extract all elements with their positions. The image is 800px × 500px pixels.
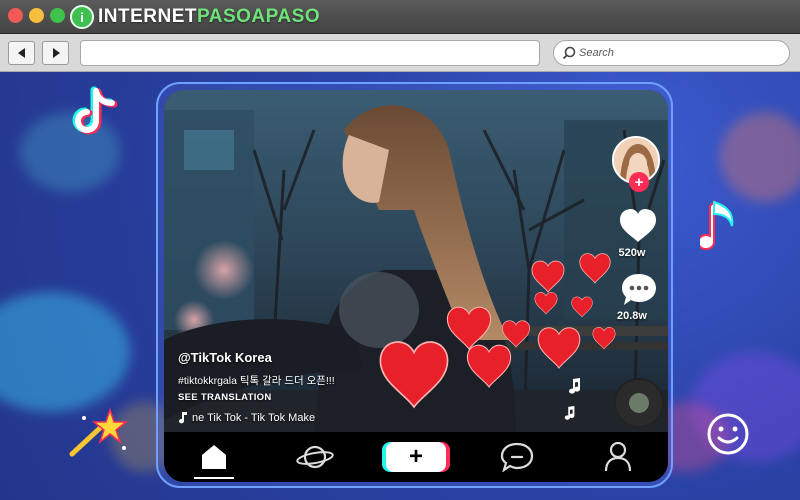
close-window-button[interactable] xyxy=(8,8,23,23)
tiktok-logo-icon xyxy=(72,86,118,135)
nav-home[interactable] xyxy=(184,435,244,479)
window-titlebar: i INTERNETPASOAPASO xyxy=(0,0,800,34)
search-icon xyxy=(562,46,576,60)
music-note-icon xyxy=(700,199,734,251)
back-button[interactable] xyxy=(8,41,35,65)
nav-profile[interactable] xyxy=(588,435,648,479)
floating-note-icon xyxy=(564,406,575,420)
post-username[interactable]: @TikTok Korea xyxy=(178,350,272,365)
brand-name-part1: INTERNET xyxy=(98,6,197,27)
address-bar[interactable] xyxy=(80,40,540,66)
music-ticker[interactable]: ne Tik Tok - Tik Tok Make xyxy=(178,412,315,424)
nav-create[interactable]: + xyxy=(385,435,446,479)
floating-note-icon xyxy=(569,378,581,394)
smiley-icon xyxy=(707,413,749,455)
minimize-window-button[interactable] xyxy=(29,8,44,23)
magic-wand-icon xyxy=(69,407,129,457)
comment-bubble-icon[interactable] xyxy=(620,272,658,308)
brand-name: INTERNETPASOAPASO xyxy=(98,6,320,28)
user-icon xyxy=(604,441,631,472)
music-title: ne Tik Tok - Tik Tok Make xyxy=(192,412,316,424)
site-brand: i INTERNETPASOAPASO xyxy=(70,5,320,29)
forward-arrow-icon xyxy=(52,48,60,58)
plus-icon: + xyxy=(385,442,446,472)
browser-toolbar: Search xyxy=(0,34,800,72)
forward-button[interactable] xyxy=(42,41,69,65)
nav-inbox[interactable] xyxy=(487,435,547,479)
planet-icon xyxy=(296,445,334,469)
active-tab-indicator xyxy=(194,477,235,479)
bottom-nav: + xyxy=(164,432,668,482)
likes-count: 520w xyxy=(618,247,646,259)
brand-name-part2: PASOAPASO xyxy=(197,6,321,27)
music-note-small-icon xyxy=(179,412,187,424)
like-heart-icon[interactable] xyxy=(618,208,658,244)
home-icon xyxy=(202,445,227,469)
follow-button[interactable]: + xyxy=(629,172,649,192)
comments-count: 20.8w xyxy=(617,310,647,322)
tiktok-screen: + 520w 20.8w @TikTok Korea #tiktokkrgala… xyxy=(164,90,668,482)
post-caption: #tiktokkrgala 틱톡 갈라 드더 오픈!!! xyxy=(178,375,335,387)
search-label: Search xyxy=(579,47,614,59)
chat-bubble-icon xyxy=(500,442,533,472)
music-disc[interactable] xyxy=(614,378,664,428)
action-rail: + 520w 20.8w xyxy=(588,90,668,432)
nav-discover[interactable] xyxy=(285,435,345,479)
see-translation-link[interactable]: SEE TRANSLATION xyxy=(178,392,272,403)
back-arrow-icon xyxy=(17,48,25,58)
search-input[interactable]: Search xyxy=(553,40,790,66)
brand-logo-icon: i xyxy=(70,5,94,29)
maximize-window-button[interactable] xyxy=(50,8,65,23)
